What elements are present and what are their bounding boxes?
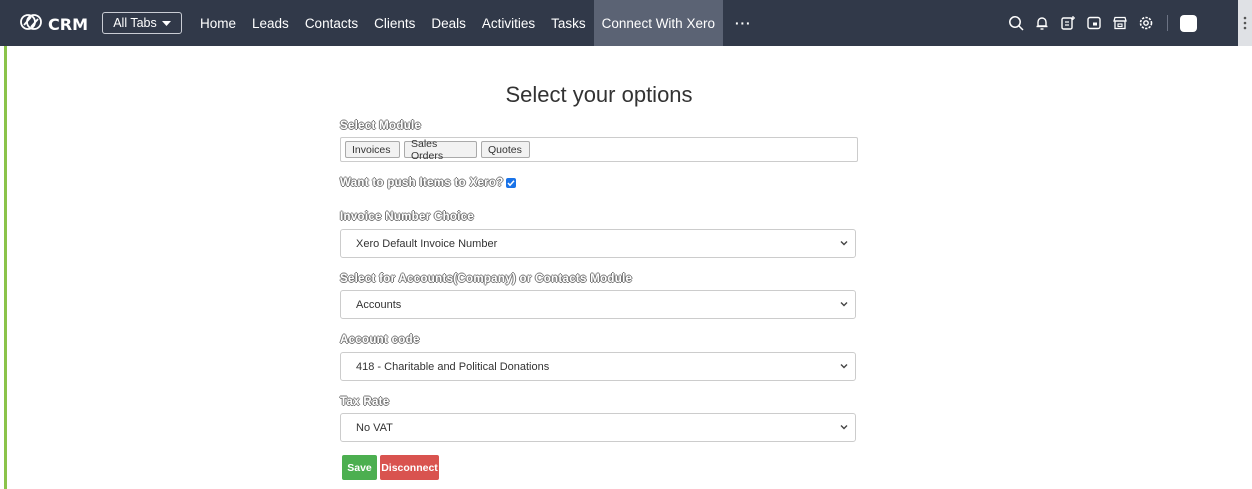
tax-rate-select[interactable]: No VAT: [340, 413, 856, 442]
crm-logo[interactable]: CRM: [20, 12, 88, 37]
invoice-number-select[interactable]: Xero Default Invoice Number: [340, 229, 856, 258]
app-name: CRM: [48, 15, 88, 34]
kebab-menu-icon: [1243, 16, 1247, 30]
chevron-down-icon: [839, 238, 849, 251]
mail-icon[interactable]: [1081, 0, 1107, 46]
tab-activities[interactable]: Activities: [474, 0, 543, 46]
avatar[interactable]: [1180, 14, 1197, 32]
module-chip-quotes[interactable]: Quotes: [481, 141, 530, 158]
save-button[interactable]: Save: [342, 455, 377, 480]
push-items-checkbox[interactable]: [505, 178, 516, 188]
page-title: Select your options: [505, 82, 693, 107]
accent-bar: [4, 46, 7, 489]
chevron-down-icon: [839, 422, 849, 435]
push-items-row: Want to push Items to Xero?: [340, 177, 516, 189]
chevron-down-icon: [839, 299, 849, 312]
all-tabs-dropdown[interactable]: All Tabs: [102, 12, 182, 34]
xero-options-form: Select your options Select Module Invoic…: [340, 82, 858, 480]
tab-connect-with-xero[interactable]: Connect With Xero: [593, 0, 723, 46]
accounts-module-value: Accounts: [356, 298, 402, 311]
module-multiselect[interactable]: Invoices Sales Orders Quotes: [340, 137, 858, 162]
account-code-label: Account code: [340, 334, 420, 346]
invoice-number-label: Invoice Number Choice: [340, 211, 475, 223]
tab-contacts[interactable]: Contacts: [297, 0, 366, 46]
side-panel-toggle[interactable]: [1238, 0, 1252, 46]
tax-rate-value: No VAT: [356, 421, 393, 434]
module-chip-invoices[interactable]: Invoices: [345, 141, 400, 158]
chevron-down-icon: [839, 361, 849, 374]
invoice-number-value: Xero Default Invoice Number: [356, 237, 498, 250]
module-tabs: Home Leads Contacts Clients Deals Activi…: [192, 0, 763, 46]
push-items-label: Want to push Items to Xero?: [340, 177, 504, 189]
store-icon[interactable]: [1107, 0, 1133, 46]
topbar-actions: [1003, 0, 1197, 46]
top-navigation-bar: CRM All Tabs Home Leads Contacts Clients…: [0, 0, 1252, 46]
search-icon[interactable]: [1003, 0, 1029, 46]
calendar-add-icon[interactable]: [1055, 0, 1081, 46]
tab-deals[interactable]: Deals: [423, 0, 474, 46]
module-label: Select Module: [340, 120, 422, 132]
account-code-value: 418 - Charitable and Political Donations: [356, 360, 550, 373]
crm-logo-icon: [20, 12, 42, 37]
divider: [1167, 15, 1168, 31]
tab-clients[interactable]: Clients: [366, 0, 423, 46]
gear-icon[interactable]: [1133, 0, 1159, 46]
module-chip-sales-orders[interactable]: Sales Orders: [404, 138, 477, 162]
all-tabs-label: All Tabs: [113, 16, 157, 30]
bell-icon[interactable]: [1029, 0, 1055, 46]
accounts-module-select[interactable]: Accounts: [340, 290, 856, 319]
more-tabs-button[interactable]: ···: [723, 0, 764, 46]
accounts-module-label: Select for Accounts(Company) or Contacts…: [340, 273, 633, 285]
tab-leads[interactable]: Leads: [244, 0, 297, 46]
caret-down-icon: [161, 16, 171, 30]
tab-tasks[interactable]: Tasks: [543, 0, 594, 46]
disconnect-button[interactable]: Disconnect: [380, 455, 439, 480]
tax-rate-label: Tax Rate: [340, 396, 390, 408]
tab-home[interactable]: Home: [192, 0, 244, 46]
account-code-select[interactable]: 418 - Charitable and Political Donations: [340, 352, 856, 381]
